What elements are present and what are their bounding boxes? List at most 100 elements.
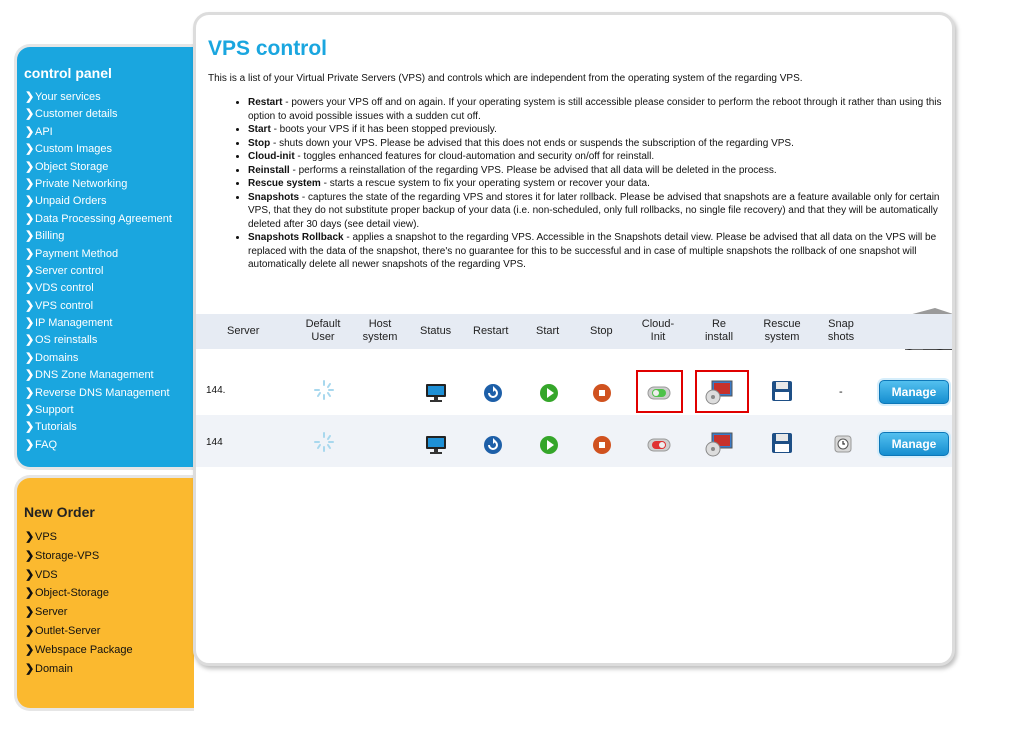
snapshot-clock-icon[interactable]	[834, 435, 852, 453]
chevron-right-icon: ❯	[25, 299, 35, 312]
col-reinstall: Re install	[704, 318, 734, 343]
sidebar-item-label: IP Management	[35, 317, 113, 330]
manage-button[interactable]: Manage	[879, 432, 949, 456]
sidebar-item[interactable]: ❯Support	[25, 402, 194, 419]
new-order-title: New Order	[24, 504, 95, 520]
new-order-item[interactable]: ❯Webspace Package	[25, 641, 194, 660]
col-host-system: Host system	[362, 318, 398, 343]
sidebar-item-label: Reverse DNS Management	[35, 386, 170, 399]
new-order-item[interactable]: ❯Domain	[25, 660, 194, 679]
main-panel: VPS control This is a list of your Virtu…	[193, 12, 955, 666]
sidebar-item[interactable]: ❯API	[25, 124, 194, 141]
intro-text: This is a list of your Virtual Private S…	[208, 73, 803, 84]
sidebar-item-label: Object Storage	[35, 160, 109, 173]
stop-icon[interactable]	[592, 435, 612, 455]
col-start: Start	[536, 325, 560, 337]
col-server: Server	[227, 325, 260, 337]
floppy-disk-icon[interactable]	[771, 380, 793, 402]
feature-description: - applies a snapshot to the regarding VP…	[248, 232, 937, 270]
restart-icon[interactable]	[483, 435, 503, 455]
sidebar-item[interactable]: ❯Object Storage	[25, 159, 194, 176]
sidebar-item-label: Server control	[35, 264, 104, 277]
sidebar-item-label: API	[35, 125, 53, 138]
new-order-item[interactable]: ❯Storage-VPS	[25, 547, 194, 566]
feature-list-item: Snapshots Rollback - applies a snapshot …	[248, 231, 952, 272]
start-icon[interactable]	[539, 435, 559, 455]
control-panel-title: control panel	[24, 65, 112, 81]
start-icon[interactable]	[539, 383, 559, 403]
new-order-item[interactable]: ❯VPS	[25, 528, 194, 547]
table-row: 144 Manage	[196, 415, 952, 467]
sidebar-item-label: DNS Zone Management	[35, 369, 154, 382]
new-order-item[interactable]: ❯VDS	[25, 566, 194, 585]
monitor-icon[interactable]	[425, 383, 447, 403]
sidebar-item-label: Customer details	[35, 108, 118, 121]
table-header: Server Default User Host system Status Res…	[196, 314, 952, 349]
sidebar-item[interactable]: ❯Server control	[25, 263, 194, 280]
sidebar-item[interactable]: ❯Unpaid Orders	[25, 193, 194, 210]
sidebar-item[interactable]: ❯VPS control	[25, 298, 194, 315]
sidebar-item[interactable]: ❯VDS control	[25, 280, 194, 297]
chevron-right-icon: ❯	[25, 587, 35, 600]
chevron-right-icon: ❯	[25, 568, 35, 581]
new-order-item[interactable]: ❯Object-Storage	[25, 584, 194, 603]
chevron-right-icon: ❯	[25, 317, 35, 330]
sidebar-item[interactable]: ❯OS reinstalls	[25, 332, 194, 349]
feature-list-item: Rescue system - starts a rescue system t…	[248, 177, 952, 191]
sidebar-item-label: Domains	[35, 351, 79, 364]
reinstall-icon[interactable]	[704, 431, 734, 457]
new-order-item-label: Server	[35, 606, 68, 619]
sidebar-item[interactable]: ❯Tutorials	[25, 419, 194, 436]
sidebar-item[interactable]: ❯Payment Method	[25, 246, 194, 263]
chevron-right-icon: ❯	[25, 421, 35, 434]
sidebar-item-label: VDS control	[35, 282, 94, 295]
sidebar-item[interactable]: ❯Custom Images	[25, 141, 194, 158]
restart-icon[interactable]	[483, 383, 503, 403]
sidebar-item[interactable]: ❯IP Management	[25, 315, 194, 332]
new-order-item[interactable]: ❯Server	[25, 603, 194, 622]
feature-list-item: Stop - shuts down your VPS. Please be ad…	[248, 137, 952, 151]
sidebar-item[interactable]: ❯Billing	[25, 228, 194, 245]
cloud-init-toggle-off[interactable]	[647, 438, 671, 452]
col-status: Status	[420, 325, 452, 337]
snapshots-value: -	[839, 386, 843, 398]
feature-description: - shuts down your VPS. Please be advised…	[270, 137, 794, 149]
feature-list-item: Start - boots your VPS if it has been st…	[248, 123, 952, 137]
feature-term: Reinstall	[248, 164, 290, 176]
sidebar-item[interactable]: ❯Customer details	[25, 106, 194, 123]
sidebar-item[interactable]: ❯Domains	[25, 350, 194, 367]
feature-description: - powers your VPS off and on again. If y…	[248, 97, 942, 122]
chevron-right-icon: ❯	[25, 230, 35, 243]
new-order-item-label: VDS	[35, 568, 58, 581]
sidebar-item-label: OS reinstalls	[35, 334, 98, 347]
sidebar-item-label: FAQ	[35, 438, 58, 451]
floppy-disk-icon[interactable]	[771, 432, 793, 454]
col-rescue-system: Rescue system	[763, 318, 801, 343]
stop-icon[interactable]	[592, 383, 612, 403]
sidebar-item[interactable]: ❯Your services	[25, 89, 194, 106]
chevron-right-icon: ❯	[25, 247, 35, 260]
sidebar-item-label: Custom Images	[35, 143, 113, 156]
sidebar-item[interactable]: ❯FAQ	[25, 437, 194, 454]
new-order-item[interactable]: ❯Outlet-Server	[25, 622, 194, 641]
server-ip: 144.	[206, 385, 226, 396]
sidebar-item-label: Support	[35, 404, 74, 417]
chevron-right-icon: ❯	[25, 404, 35, 417]
sidebar-item[interactable]: ❯Data Processing Agreement	[25, 211, 194, 228]
sidebar-item-label: Private Networking	[35, 177, 128, 190]
chevron-right-icon: ❯	[25, 549, 35, 562]
chevron-right-icon: ❯	[25, 606, 35, 619]
manage-button[interactable]: Manage	[879, 380, 949, 404]
chevron-right-icon: ❯	[25, 351, 35, 364]
chevron-right-icon: ❯	[25, 212, 35, 225]
sidebar-item[interactable]: ❯Private Networking	[25, 176, 194, 193]
col-stop: Stop	[590, 325, 613, 337]
monitor-icon[interactable]	[425, 435, 447, 455]
chevron-right-icon: ❯	[25, 438, 35, 451]
feature-term: Snapshots	[248, 191, 300, 203]
sidebar-item[interactable]: ❯Reverse DNS Management	[25, 385, 194, 402]
page-title: VPS control	[208, 37, 328, 60]
chevron-right-icon: ❯	[25, 282, 35, 295]
sidebar-item[interactable]: ❯DNS Zone Management	[25, 367, 194, 384]
feature-term: Rescue system	[248, 178, 321, 189]
